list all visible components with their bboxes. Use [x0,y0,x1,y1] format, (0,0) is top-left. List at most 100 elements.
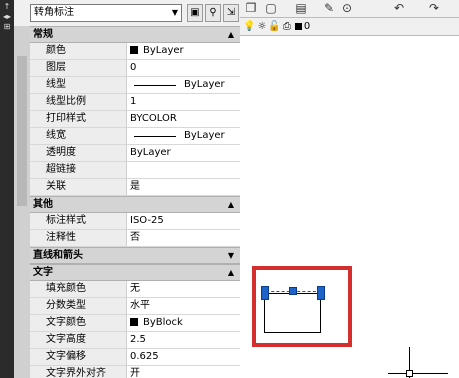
property-value-text: ByLayer [130,147,171,158]
property-name: 线宽 [30,128,127,144]
property-value[interactable]: 是 [127,179,240,195]
print-icon[interactable]: ⎙ [283,21,291,32]
quick-select-icon[interactable]: ⚲ [205,4,221,22]
property-row[interactable]: 关联是 [30,179,240,196]
collapse-icon[interactable]: ▲ [228,197,234,212]
rectangle-object[interactable] [264,293,321,333]
grip-right[interactable] [317,286,325,300]
property-row[interactable]: 超链接 [30,162,240,179]
property-value[interactable]: ISO-25 [127,213,240,229]
grip-left[interactable] [261,286,269,300]
section-header[interactable]: 直线和箭头 ▼ [30,247,240,264]
property-row[interactable]: 标注样式 ISO-25 [30,213,240,230]
sun-icon[interactable]: ☼ [257,21,266,32]
paste-icon[interactable]: ▢ [262,0,280,16]
property-row[interactable]: 图层 0 [30,60,240,77]
property-value[interactable]: ByLayer [127,43,240,59]
property-name: 关联 [30,179,127,195]
property-row[interactable]: 线型 ByLayer [30,77,240,94]
clipboard-icon[interactable]: ▤ [292,0,310,16]
color-swatch [130,318,138,326]
property-value[interactable]: 无 [127,281,240,297]
left-command-strip: ↑ ◂▸ ⊞ [0,0,14,378]
bulb-icon[interactable]: 💡 [243,21,255,32]
property-name: 文字界外对齐 [30,366,127,378]
property-row[interactable]: 文字高度 2.5 [30,332,240,349]
property-name: 超链接 [30,162,127,178]
property-value-text: ISO-25 [130,215,164,226]
property-value[interactable]: ByLayer [127,77,240,93]
property-row[interactable]: 颜色 ByLayer [30,43,240,60]
property-row[interactable]: 打印样式 BYCOLOR [30,111,240,128]
match-properties-icon[interactable]: ✎ [320,0,338,16]
property-value[interactable]: 水平 [127,298,240,314]
property-value-text: ByLayer [184,130,225,141]
linetype-preview [134,84,176,86]
properties-palette: 转角标注 ▼ ▣ ⚲ ⇲ 常规 ▲ 颜色 ByLayer 图层 0 线型 ByLayer 线型比… [14,0,240,378]
property-row[interactable]: 填充颜色无 [30,281,240,298]
property-value[interactable]: ByLayer [127,128,240,144]
property-value[interactable]: 否 [127,230,240,246]
property-value-text: 0 [130,62,137,73]
section-title: 直线和箭头 [33,250,83,261]
section-header[interactable]: 其他 ▲ [30,196,240,213]
move-icon[interactable]: ◂▸ [0,12,14,22]
property-value[interactable] [127,162,240,178]
property-row[interactable]: 线型比例 1 [30,94,240,111]
drawing-toolbar: ❐ ▢ ▤ ✎ ⊙ ↶ ↷ [240,0,459,18]
undo-icon[interactable]: ↶ [390,0,408,16]
property-name: 线型比例 [30,94,127,110]
redo-icon[interactable]: ↷ [425,0,443,16]
collapse-icon[interactable]: ▲ [228,265,234,280]
section-header[interactable]: 常规 ▲ [30,26,240,43]
property-row[interactable]: 注释性否 [30,230,240,247]
property-row[interactable]: 文字颜色 ByBlock [30,315,240,332]
property-value-text: 是 [130,181,140,192]
property-value-text: ByLayer [184,79,225,90]
property-row[interactable]: 文字界外对齐开 [30,366,240,378]
layer-color-swatch [294,23,302,30]
property-value[interactable]: ByBlock [127,315,240,331]
property-value[interactable]: BYCOLOR [127,111,240,127]
property-name: 文字高度 [30,332,127,348]
property-value[interactable]: 0.625 [127,349,240,365]
property-name: 分数类型 [30,298,127,314]
property-row[interactable]: 分数类型 水平 [30,298,240,315]
property-name: 注释性 [30,230,127,246]
panel-icon[interactable]: ⊞ [0,22,14,32]
pickadd-icon[interactable]: ⇲ [223,4,239,22]
select-objects-icon[interactable]: ▣ [187,4,203,22]
expand-icon[interactable]: ▼ [228,248,234,263]
property-name: 文字颜色 [30,315,127,331]
color-swatch [130,46,138,54]
property-value-text: 0.625 [130,351,159,362]
property-value-text: 2.5 [130,334,146,345]
property-name: 颜色 [30,43,127,59]
grip-middle[interactable] [289,287,297,295]
property-value[interactable]: 0 [127,60,240,76]
copy-icon[interactable]: ❐ [242,0,260,16]
object-type-select[interactable]: 转角标注 ▼ [30,4,182,22]
crosshair-horizontal [388,373,448,374]
property-row[interactable]: 文字偏移 0.625 [30,349,240,366]
collapse-icon[interactable]: ▲ [228,27,234,42]
palette-scroll-thumb[interactable] [17,56,27,206]
layer-control[interactable]: 💡 ☼ 🔓 ⎙ 0 [240,18,459,36]
property-value[interactable]: 1 [127,94,240,110]
arrow-up-icon[interactable]: ↑ [0,2,14,12]
drawing-area[interactable]: ❐ ▢ ▤ ✎ ⊙ ↶ ↷ 💡 ☼ 🔓 ⎙ 0 [240,0,459,378]
property-row[interactable]: 线宽 ByLayer [30,128,240,145]
property-row[interactable]: 透明度 ByLayer [30,145,240,162]
property-name: 图层 [30,60,127,76]
property-name: 文字偏移 [30,349,127,365]
lock-icon[interactable]: 🔓 [268,21,280,32]
property-value-text: ByLayer [143,45,184,56]
section-header[interactable]: 文字 ▲ [30,264,240,281]
property-value[interactable]: ByLayer [127,145,240,161]
property-value[interactable]: 开 [127,366,240,378]
palette-side-strip [14,26,30,378]
property-value[interactable]: 2.5 [127,332,240,348]
property-value-text: BYCOLOR [130,113,177,124]
property-value-text: ByBlock [143,317,183,328]
measure-icon[interactable]: ⊙ [338,0,356,16]
